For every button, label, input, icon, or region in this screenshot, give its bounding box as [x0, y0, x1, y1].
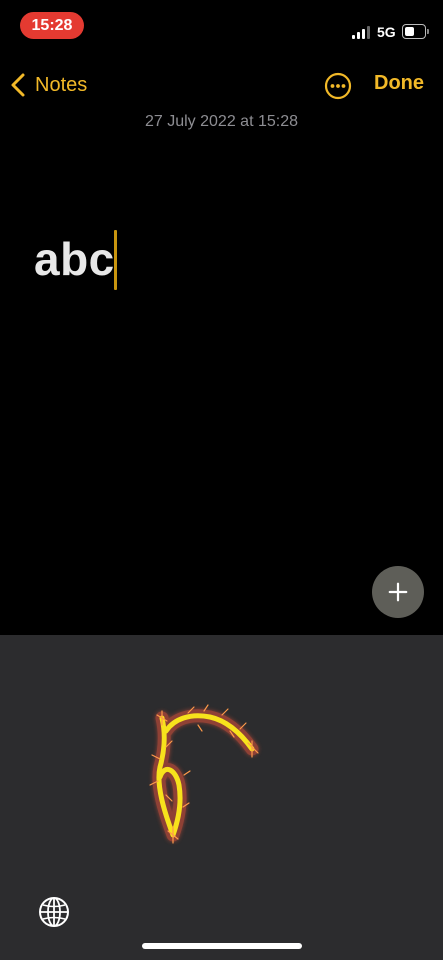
network-type: 5G	[377, 24, 396, 40]
globe-icon	[39, 897, 69, 927]
more-options-button[interactable]	[324, 72, 352, 100]
battery-level	[404, 26, 415, 36]
home-indicator[interactable]	[142, 943, 302, 949]
battery-tip	[427, 29, 429, 34]
cellular-signal-icon	[352, 26, 372, 39]
note-text: abc	[34, 233, 115, 285]
done-button[interactable]: Done	[374, 72, 424, 95]
handwriting-keyboard	[0, 635, 443, 960]
status-time[interactable]: 15:28	[20, 12, 84, 39]
battery-icon	[402, 24, 426, 39]
chevron-left-icon	[11, 73, 25, 97]
note-editor[interactable]: abc	[34, 224, 414, 304]
add-button[interactable]	[372, 566, 424, 618]
back-label: Notes	[35, 73, 88, 96]
back-button[interactable]: Notes	[10, 68, 87, 102]
plus-icon	[388, 582, 408, 602]
text-cursor	[114, 230, 117, 290]
note-date: 27 July 2022 at 15:28	[144, 113, 298, 130]
ellipsis-circle-icon	[324, 72, 352, 100]
handwriting-canvas[interactable]	[0, 635, 443, 895]
globe-button[interactable]	[37, 895, 71, 929]
status-bar: 15:28 5G	[0, 0, 443, 52]
